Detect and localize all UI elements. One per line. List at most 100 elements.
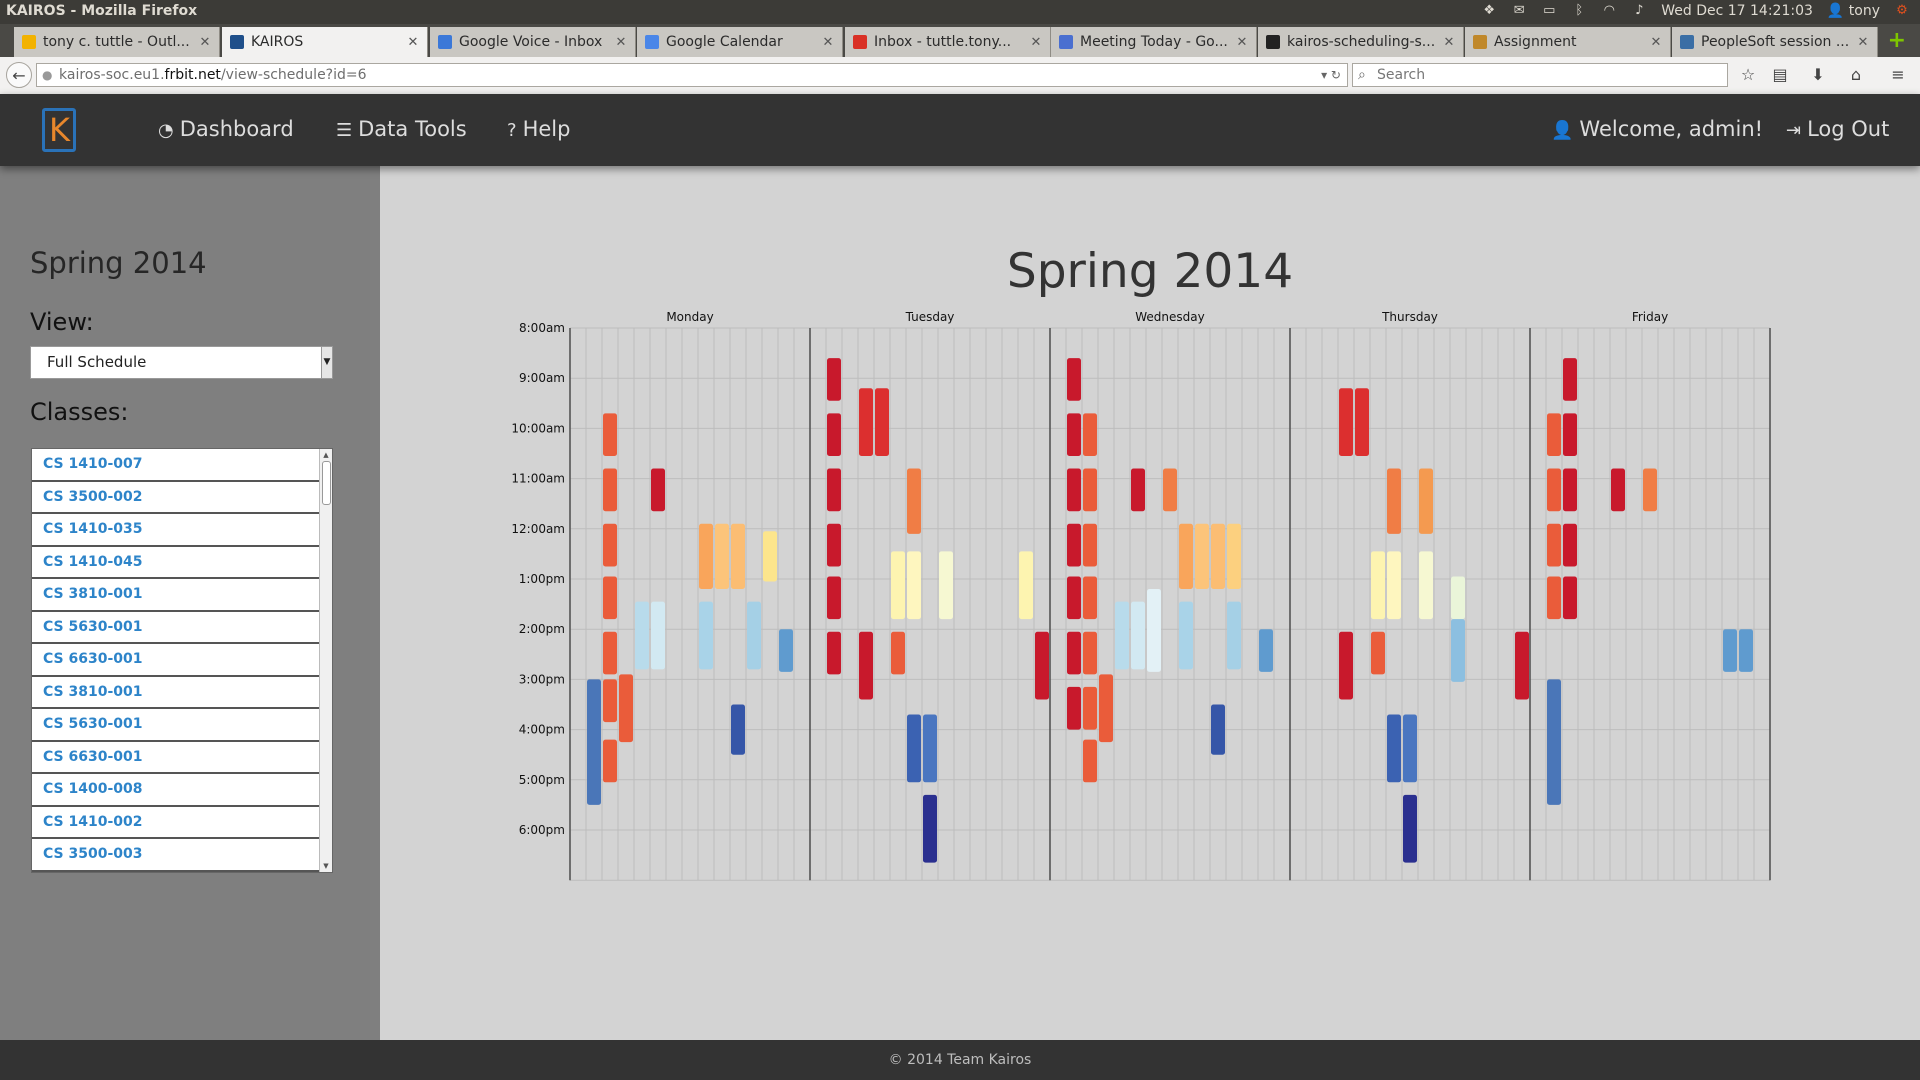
class-block[interactable] <box>1403 794 1417 863</box>
class-block[interactable] <box>1019 551 1033 620</box>
class-list-item[interactable]: CS 1410-007 <box>32 449 321 482</box>
close-icon[interactable]: ✕ <box>820 35 836 50</box>
class-block[interactable] <box>827 631 841 675</box>
nav-help[interactable]: ? Help <box>507 114 570 144</box>
class-block[interactable] <box>859 388 873 457</box>
class-block[interactable] <box>1403 714 1417 783</box>
class-block[interactable] <box>1131 468 1145 512</box>
class-block[interactable] <box>827 523 841 567</box>
class-block[interactable] <box>1387 468 1401 534</box>
class-block[interactable] <box>1339 388 1353 457</box>
class-list-item[interactable]: CS 5630-001 <box>32 612 321 644</box>
class-block[interactable] <box>603 739 617 783</box>
class-block[interactable] <box>827 358 841 401</box>
class-list-item[interactable]: CS 3810-001 <box>32 677 321 709</box>
dropbox-icon[interactable]: ❖ <box>1481 4 1497 18</box>
class-block[interactable] <box>1083 739 1097 783</box>
download-icon[interactable]: ⬇ <box>1806 64 1830 86</box>
close-icon[interactable]: ✕ <box>405 35 421 50</box>
class-block[interactable] <box>1083 413 1097 457</box>
tab-8[interactable]: Assignment ✕ <box>1465 27 1671 57</box>
site-identity-icon[interactable]: ● <box>42 64 52 86</box>
class-list-item[interactable]: CS 1410-035 <box>32 514 321 547</box>
class-list-item[interactable]: CS 3810-001 <box>32 579 321 612</box>
class-block[interactable] <box>923 714 937 783</box>
class-block[interactable] <box>587 679 601 805</box>
class-block[interactable] <box>1563 468 1577 512</box>
class-block[interactable] <box>635 601 649 670</box>
reload-icon[interactable]: ▾ ↻ <box>1321 64 1341 86</box>
class-block[interactable] <box>827 576 841 620</box>
class-block[interactable] <box>651 468 665 512</box>
class-block[interactable] <box>1451 576 1465 620</box>
tab-6[interactable]: Meeting Today - Go... ✕ <box>1051 27 1257 57</box>
close-icon[interactable]: ✕ <box>613 35 629 50</box>
battery-icon[interactable]: ▭ <box>1541 4 1557 18</box>
class-block[interactable] <box>1083 686 1097 730</box>
class-block[interactable] <box>1099 674 1113 743</box>
close-icon[interactable]: ✕ <box>1028 35 1044 50</box>
class-block[interactable] <box>1067 358 1081 401</box>
home-icon[interactable]: ⌂ <box>1844 64 1868 86</box>
back-button[interactable]: ← <box>6 62 32 88</box>
class-block[interactable] <box>715 523 729 590</box>
class-block[interactable] <box>603 523 617 567</box>
menu-icon[interactable]: ≡ <box>1886 64 1910 86</box>
class-block[interactable] <box>731 704 745 755</box>
class-block[interactable] <box>1083 576 1097 620</box>
clock[interactable]: Wed Dec 17 14:21:03 <box>1661 3 1813 19</box>
view-select[interactable]: Full Schedule ▼ <box>30 346 333 379</box>
nav-logout[interactable]: ⇥ Log Out <box>1786 114 1889 144</box>
class-block[interactable] <box>1067 631 1081 675</box>
class-block[interactable] <box>1563 413 1577 457</box>
tab-1[interactable]: tony c. tuttle - Outl... ✕ <box>14 27 220 57</box>
class-block[interactable] <box>1131 601 1145 670</box>
class-block[interactable] <box>1067 576 1081 620</box>
class-list-item[interactable]: CS 3500-002 <box>32 482 321 514</box>
class-block[interactable] <box>1083 631 1097 675</box>
class-block[interactable] <box>1211 704 1225 755</box>
nav-data-tools[interactable]: ☰ Data Tools <box>336 114 467 144</box>
nav-welcome[interactable]: 👤 Welcome, admin! <box>1551 114 1763 144</box>
class-block[interactable] <box>1387 714 1401 783</box>
reading-list-icon[interactable]: ▤ <box>1768 64 1792 86</box>
wifi-icon[interactable]: ◠ <box>1601 4 1617 18</box>
bluetooth-icon[interactable]: ᛒ <box>1571 4 1587 18</box>
class-block[interactable] <box>1371 631 1385 675</box>
class-block[interactable] <box>747 601 761 670</box>
class-block[interactable] <box>1547 679 1561 805</box>
class-list[interactable]: CS 1410-007 CS 3500-002 CS 1410-035 CS 1410… <box>31 448 333 873</box>
bookmark-star-icon[interactable]: ☆ <box>1736 64 1760 86</box>
class-block[interactable] <box>1563 358 1577 401</box>
class-block[interactable] <box>907 714 921 783</box>
class-block[interactable] <box>1611 468 1625 512</box>
search-input[interactable]: ⌕ Search <box>1352 63 1728 87</box>
class-block[interactable] <box>1067 523 1081 567</box>
class-block[interactable] <box>603 631 617 675</box>
power-icon[interactable]: ⚙ <box>1894 4 1910 18</box>
url-bar[interactable]: ● kairos-soc.eu1.frbit.net/view-schedule… <box>36 63 1348 87</box>
class-block[interactable] <box>603 413 617 457</box>
class-block[interactable] <box>603 576 617 620</box>
class-block[interactable] <box>1083 523 1097 567</box>
class-block[interactable] <box>1067 686 1081 730</box>
class-block[interactable] <box>1163 468 1177 512</box>
class-block[interactable] <box>731 523 745 590</box>
class-block[interactable] <box>1227 601 1241 670</box>
class-block[interactable] <box>827 413 841 457</box>
class-block[interactable] <box>1195 523 1209 590</box>
class-block[interactable] <box>907 551 921 620</box>
close-icon[interactable]: ✕ <box>1441 35 1457 50</box>
class-block[interactable] <box>1739 629 1753 672</box>
class-block[interactable] <box>619 674 633 743</box>
scroll-down-icon[interactable]: ▼ <box>321 861 331 871</box>
class-block[interactable] <box>827 468 841 512</box>
tab-7[interactable]: kairos-scheduling-s... ✕ <box>1258 27 1464 57</box>
tab-2[interactable]: KAIROS ✕ <box>222 27 428 57</box>
class-block[interactable] <box>1147 589 1161 672</box>
volume-icon[interactable]: ♪ <box>1631 4 1647 18</box>
class-block[interactable] <box>875 388 889 457</box>
class-list-item[interactable]: CS 6630-001 <box>32 644 321 677</box>
class-block[interactable] <box>603 679 617 723</box>
class-block[interactable] <box>1035 631 1049 700</box>
